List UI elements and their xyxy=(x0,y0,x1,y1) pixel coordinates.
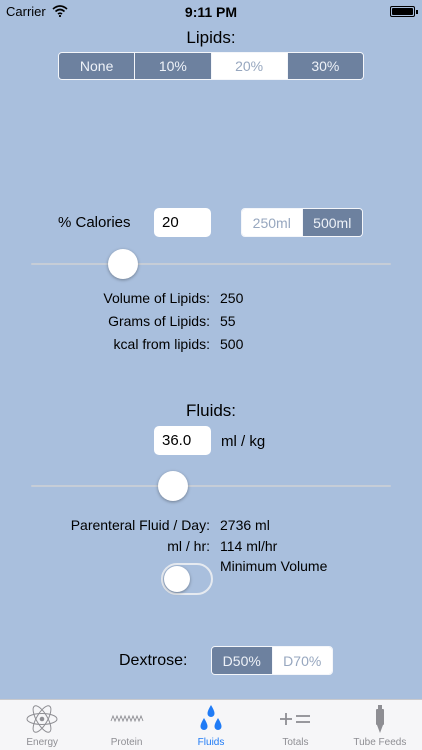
lipids-option-10[interactable]: 10% xyxy=(134,53,211,79)
tab-bar: Energy Protein Fluids Totals Tube Feeds xyxy=(0,699,422,750)
fluids-unit-label: ml / kg xyxy=(221,433,266,450)
tab-totals[interactable]: Totals xyxy=(253,700,337,750)
parenteral-fluid-value: 2736 ml xyxy=(220,517,270,533)
dextrose-segmented-control[interactable]: D50% D70% xyxy=(211,646,333,675)
grams-lipids-label: Grams of Lipids: xyxy=(108,313,210,329)
minimum-volume-toggle[interactable] xyxy=(161,563,213,595)
battery-icon xyxy=(390,6,418,17)
lipids-option-none[interactable]: None xyxy=(59,53,135,79)
fluids-slider[interactable] xyxy=(31,471,391,501)
atom-icon xyxy=(25,704,59,734)
volume-lipids-value: 250 xyxy=(220,290,244,306)
lipids-heading: Lipids: xyxy=(186,28,236,47)
lipids-option-30[interactable]: 30% xyxy=(286,53,363,79)
fluids-slider-track xyxy=(31,485,391,487)
status-bar: Carrier 9:11 PM xyxy=(0,0,422,22)
clock: 9:11 PM xyxy=(184,4,238,20)
tab-tube-feeds-label: Tube Feeds xyxy=(353,737,407,748)
protein-chain-icon xyxy=(110,704,144,734)
fluids-slider-thumb[interactable] xyxy=(158,471,188,501)
ml-per-hr-label: ml / hr: xyxy=(167,538,210,554)
calories-slider-track xyxy=(31,263,391,265)
ml-per-hr-value: 114 ml/hr xyxy=(220,538,278,554)
volume-option-250[interactable]: 250ml xyxy=(242,209,302,236)
tab-fluids-label: Fluids xyxy=(197,737,225,748)
lipids-option-20[interactable]: 20% xyxy=(210,53,287,79)
calories-input[interactable]: 20 xyxy=(154,208,211,237)
calories-slider[interactable] xyxy=(31,249,391,279)
toggle-knob xyxy=(164,566,190,592)
plus-equals-icon xyxy=(278,704,312,734)
dextrose-option-d70[interactable]: D70% xyxy=(271,647,332,674)
volume-option-500[interactable]: 500ml xyxy=(301,209,362,236)
tab-protein-label: Protein xyxy=(110,737,143,748)
calories-label: % Calories xyxy=(58,214,131,231)
parenteral-fluid-label: Parenteral Fluid / Day: xyxy=(70,517,210,533)
tab-protein[interactable]: Protein xyxy=(84,700,168,750)
droplets-icon xyxy=(198,704,224,734)
syringe-icon xyxy=(373,704,387,734)
dextrose-option-d50[interactable]: D50% xyxy=(212,647,272,674)
fluids-input[interactable]: 36.0 xyxy=(154,426,211,455)
calories-slider-thumb[interactable] xyxy=(108,249,138,279)
tab-fluids[interactable]: Fluids xyxy=(169,700,253,750)
minimum-volume-label: Minimum Volume xyxy=(220,558,328,574)
lipid-volume-segmented-control[interactable]: 250ml 500ml xyxy=(241,208,363,237)
tab-tube-feeds[interactable]: Tube Feeds xyxy=(338,700,422,750)
tab-energy[interactable]: Energy xyxy=(0,700,84,750)
tab-energy-label: Energy xyxy=(26,737,59,748)
tab-totals-label: Totals xyxy=(282,737,309,748)
lipids-segmented-control[interactable]: None 10% 20% 30% xyxy=(58,52,364,80)
grams-lipids-value: 55 xyxy=(220,313,236,329)
dextrose-label: Dextrose: xyxy=(119,652,188,669)
volume-lipids-label: Volume of Lipids: xyxy=(103,290,210,306)
fluids-heading: Fluids: xyxy=(185,401,237,420)
kcal-lipids-label: kcal from lipids: xyxy=(113,336,210,352)
kcal-lipids-value: 500 xyxy=(220,336,244,352)
